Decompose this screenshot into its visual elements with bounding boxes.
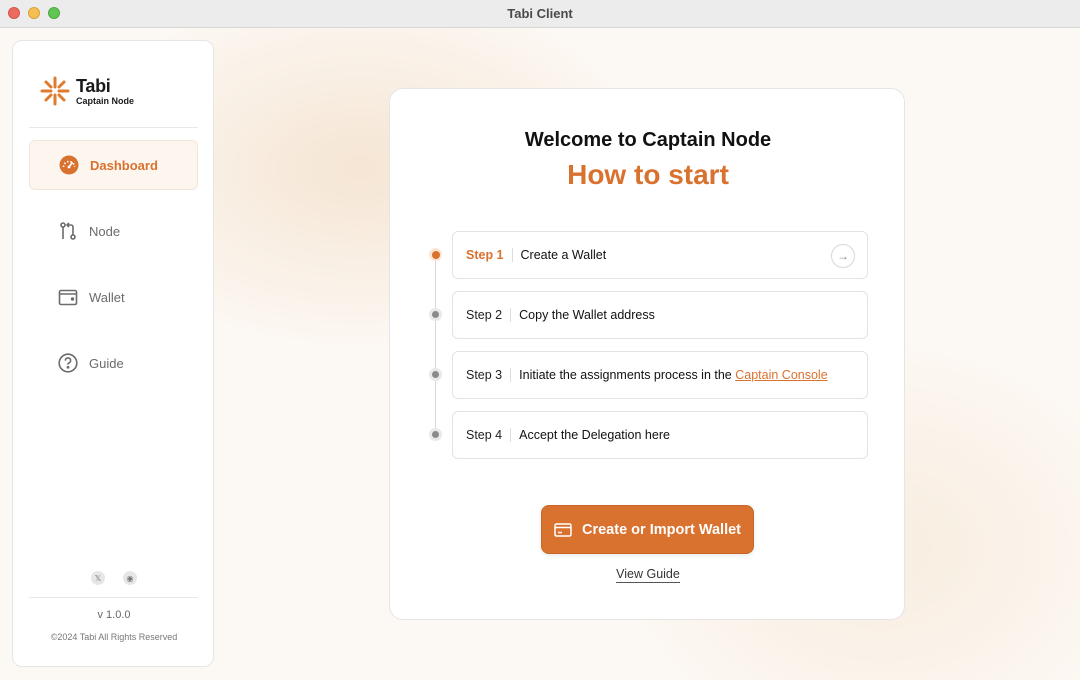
window-controls xyxy=(8,7,60,19)
sidebar-divider xyxy=(29,127,198,128)
step-4-row: Step 4 Accept the Delegation here xyxy=(452,411,868,459)
copyright-text: ©2024 Tabi All Rights Reserved xyxy=(50,632,178,642)
view-guide-link[interactable]: View Guide xyxy=(390,567,906,583)
step-3-row: Step 3 Initiate the assignments process … xyxy=(452,351,868,399)
step-1-indicator xyxy=(429,248,442,261)
step-4-indicator xyxy=(429,428,442,441)
create-import-wallet-button[interactable]: Create or Import Wallet xyxy=(541,505,754,554)
discord-icon[interactable]: ◉ xyxy=(123,571,137,585)
wallet-card-icon xyxy=(554,522,572,537)
app-version: v 1.0.0 xyxy=(97,609,131,621)
tabi-logo-icon xyxy=(40,76,70,106)
maximize-window-button[interactable] xyxy=(48,7,60,19)
step-number: Step 3 xyxy=(466,368,512,382)
minimize-window-button[interactable] xyxy=(28,7,40,19)
x-twitter-icon[interactable]: 𝕏 xyxy=(91,571,105,585)
sidebar-item-dashboard[interactable]: Dashboard xyxy=(29,140,198,190)
logo-name: Tabi xyxy=(76,75,111,96)
steps-timeline xyxy=(435,255,436,435)
sidebar-footer-divider xyxy=(29,597,198,598)
step-number: Step 1 xyxy=(466,248,513,262)
close-window-button[interactable] xyxy=(8,7,20,19)
app-logo: Tabi Captain Node xyxy=(39,75,134,107)
step-2-row: Step 2 Copy the Wallet address xyxy=(452,291,868,339)
sidebar-item-label: Dashboard xyxy=(90,157,158,173)
captain-console-link[interactable]: Captain Console xyxy=(735,368,827,382)
question-circle-icon xyxy=(57,352,79,374)
welcome-title: Welcome to Captain Node xyxy=(524,129,772,151)
sidebar-item-label: Guide xyxy=(89,355,124,371)
step-2-indicator xyxy=(429,308,442,321)
window-title: Tabi Client xyxy=(507,6,573,21)
logo-subtitle: Captain Node xyxy=(76,95,135,106)
sidebar-item-label: Wallet xyxy=(89,289,125,305)
step-text: Copy the Wallet address xyxy=(519,308,655,322)
social-links: 𝕏 ◉ xyxy=(13,571,215,585)
step-text: Accept the Delegation here xyxy=(519,428,670,442)
step-text: Initiate the assignments process in the … xyxy=(511,368,828,382)
node-git-icon xyxy=(57,220,79,242)
how-to-start-heading: How to start xyxy=(567,159,729,190)
sidebar-item-wallet[interactable]: Wallet xyxy=(29,272,198,322)
view-guide-label: View Guide xyxy=(616,567,680,583)
sidebar-item-guide[interactable]: Guide xyxy=(29,338,198,388)
step-number: Step 2 xyxy=(466,308,512,322)
create-import-wallet-label: Create or Import Wallet xyxy=(582,521,741,538)
step-number: Step 4 xyxy=(466,428,512,442)
sidebar-item-label: Node xyxy=(89,223,121,239)
onboarding-card: Welcome to Captain Node How to start Ste… xyxy=(389,88,905,620)
step-text-body: Initiate the assignments process in the xyxy=(519,368,736,382)
arrow-right-icon[interactable]: → xyxy=(831,244,855,268)
step-3-indicator xyxy=(429,368,442,381)
step-text: Create a Wallet xyxy=(520,248,607,262)
sidebar-item-node[interactable]: Node xyxy=(29,206,198,256)
sidebar: Tabi Captain Node Dashboard Node Wallet … xyxy=(12,40,214,667)
step-1-row[interactable]: Step 1 Create a Wallet → xyxy=(452,231,868,279)
wallet-icon xyxy=(57,286,79,308)
window-titlebar: Tabi Client xyxy=(0,0,1080,28)
dashboard-gauge-icon xyxy=(58,154,80,176)
